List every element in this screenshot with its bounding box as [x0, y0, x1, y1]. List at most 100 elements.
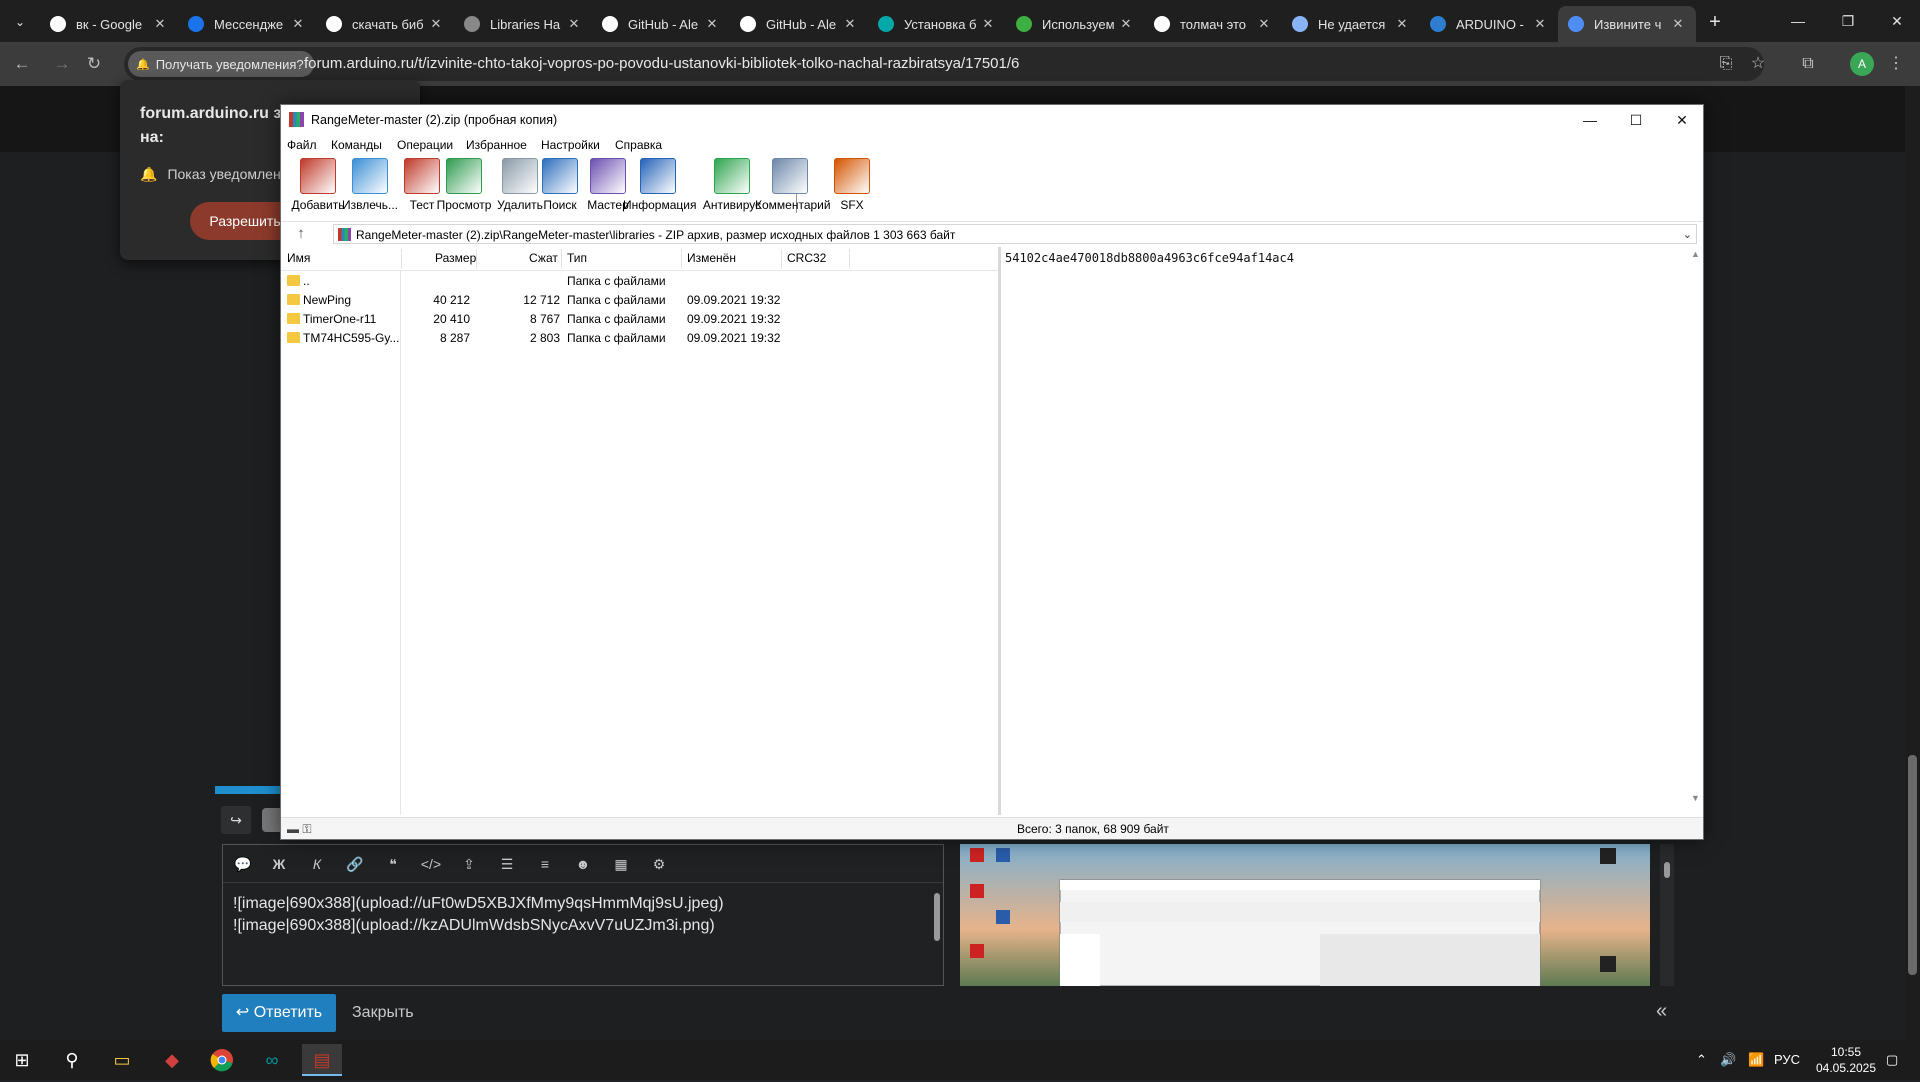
- gear-icon[interactable]: ⚙: [647, 854, 671, 874]
- reply-button[interactable]: ↩ Ответить: [222, 994, 336, 1032]
- upload-icon[interactable]: ⇪: [457, 854, 481, 874]
- language-indicator[interactable]: РУС: [1774, 1052, 1800, 1067]
- browser-tab[interactable]: вк - Google ✕: [40, 6, 178, 42]
- tab-close-icon[interactable]: ✕: [1670, 16, 1686, 32]
- calendar-icon[interactable]: ▦: [609, 854, 633, 874]
- clock[interactable]: 10:55 04.05.2025: [1806, 1044, 1886, 1076]
- column-crc32[interactable]: CRC32: [787, 251, 826, 265]
- close-composer-link[interactable]: Закрыть: [352, 994, 414, 1032]
- preview-scrollbar[interactable]: [1660, 844, 1674, 986]
- chevron-down-icon[interactable]: ⌄: [1683, 225, 1692, 245]
- numbered-list-icon[interactable]: ≡: [533, 854, 557, 874]
- column-type[interactable]: Тип: [567, 251, 587, 265]
- tab-search-chevron-icon[interactable]: ⌄: [8, 10, 32, 34]
- forward-icon[interactable]: →: [48, 50, 76, 78]
- column-size[interactable]: Размер: [435, 251, 476, 265]
- browser-tab[interactable]: ARDUINO - ✕: [1420, 6, 1558, 42]
- chrome-icon[interactable]: [202, 1044, 242, 1076]
- winrar-titlebar[interactable]: RangeMeter-master (2).zip (пробная копия…: [281, 105, 1703, 135]
- tab-close-icon[interactable]: ✕: [1532, 16, 1548, 32]
- column-modified[interactable]: Изменён: [687, 251, 736, 265]
- winrar-taskbar-icon[interactable]: ▤: [302, 1044, 342, 1076]
- tab-close-icon[interactable]: ✕: [1394, 16, 1410, 32]
- volume-icon[interactable]: 🔊: [1720, 1052, 1736, 1068]
- tab-close-icon[interactable]: ✕: [1118, 16, 1134, 32]
- page-scrollbar-thumb[interactable]: [1908, 755, 1917, 975]
- link-icon[interactable]: 🔗: [343, 854, 367, 874]
- emoji-icon[interactable]: ☻: [571, 854, 595, 874]
- menu-help[interactable]: Справка: [615, 138, 662, 152]
- browser-tab[interactable]: GitHub - Ale ✕: [592, 6, 730, 42]
- comment-scrollbar[interactable]: ▲ ▼: [1688, 247, 1703, 805]
- tab-close-icon[interactable]: ✕: [704, 16, 720, 32]
- code-icon[interactable]: </>: [419, 854, 443, 874]
- toolbar-button[interactable]: Информация: [623, 157, 696, 217]
- toolbar-button[interactable]: Комментарий: [755, 157, 831, 217]
- bullet-list-icon[interactable]: ☰: [495, 854, 519, 874]
- url-text[interactable]: forum.arduino.ru/t/izvinite-chto-takoj-v…: [304, 47, 1019, 81]
- browser-tab[interactable]: Установка б ✕: [868, 6, 1006, 42]
- column-name[interactable]: Имя: [287, 251, 310, 265]
- tray-chevron-icon[interactable]: ⌃: [1696, 1052, 1707, 1068]
- menu-operations[interactable]: Операции: [397, 138, 453, 152]
- reload-icon[interactable]: ↻: [80, 50, 108, 78]
- address-bar[interactable]: 🔔 Получать уведомления? forum.arduino.ru…: [124, 47, 1764, 81]
- extensions-icon[interactable]: ⧉: [1794, 50, 1822, 78]
- browser-tab[interactable]: скачать биб ✕: [316, 6, 454, 42]
- editor-textarea[interactable]: ![image|690x388](upload://uFt0wD5XBJXfMm…: [233, 893, 913, 937]
- path-combobox[interactable]: RangeMeter-master (2).zip\RangeMeter-mas…: [333, 224, 1697, 244]
- file-row[interactable]: TimerOne-r11 20 410 8 767 Папка с файлами 09…: [281, 309, 998, 328]
- close-icon[interactable]: ✕: [1874, 6, 1920, 36]
- menu-file[interactable]: Файл: [287, 138, 317, 152]
- tab-close-icon[interactable]: ✕: [428, 16, 444, 32]
- minimize-icon[interactable]: —: [1775, 6, 1821, 36]
- minimize-icon[interactable]: —: [1567, 105, 1613, 135]
- notification-center-icon[interactable]: ▢: [1886, 1052, 1898, 1068]
- editor-scrollbar[interactable]: [931, 883, 943, 987]
- italic-icon[interactable]: К: [305, 854, 329, 874]
- browser-tab[interactable]: Мессендже ✕: [178, 6, 316, 42]
- bookmark-star-icon[interactable]: ☆: [1744, 50, 1772, 78]
- column-packed[interactable]: Сжат: [529, 251, 558, 265]
- tab-close-icon[interactable]: ✕: [1256, 16, 1272, 32]
- tab-close-icon[interactable]: ✕: [566, 16, 582, 32]
- toolbar-button[interactable]: SFX: [817, 157, 887, 217]
- maximize-icon[interactable]: ☐: [1613, 105, 1659, 135]
- back-icon[interactable]: ←: [8, 50, 36, 78]
- windows-start-icon[interactable]: ⊞: [2, 1044, 42, 1076]
- blockquote-icon[interactable]: ❝: [381, 854, 405, 874]
- quote-bubble-icon[interactable]: 💬: [231, 854, 255, 874]
- tab-close-icon[interactable]: ✕: [980, 16, 996, 32]
- network-icon[interactable]: 📶: [1748, 1052, 1764, 1068]
- browser-tab[interactable]: толмач это ✕: [1144, 6, 1282, 42]
- file-row[interactable]: TM74HC595-Gy... 8 287 2 803 Папка с файлами…: [281, 328, 998, 347]
- tab-close-icon[interactable]: ✕: [290, 16, 306, 32]
- share-icon[interactable]: ↪: [221, 806, 251, 834]
- notification-permission-chip[interactable]: 🔔 Получать уведомления?: [128, 51, 314, 77]
- file-row[interactable]: NewPing 40 212 12 712 Папка с файлами 09.09.…: [281, 290, 998, 309]
- install-app-icon[interactable]: ⎘: [1712, 50, 1740, 78]
- pinned-app-icon[interactable]: ◆: [152, 1044, 192, 1076]
- browser-tab[interactable]: Извините ч ✕: [1558, 6, 1696, 42]
- menu-settings[interactable]: Настройки: [541, 138, 600, 152]
- new-tab-button[interactable]: +: [1702, 9, 1728, 35]
- bold-icon[interactable]: Ж: [267, 854, 291, 874]
- browser-tab[interactable]: Не удается ✕: [1282, 6, 1420, 42]
- menu-favorites[interactable]: Избранное: [466, 138, 527, 152]
- file-explorer-icon[interactable]: ▭: [102, 1044, 142, 1076]
- browser-tab[interactable]: Используем ✕: [1006, 6, 1144, 42]
- search-icon[interactable]: ⚲: [52, 1044, 92, 1076]
- restore-icon[interactable]: ❐: [1825, 6, 1871, 36]
- tab-close-icon[interactable]: ✕: [152, 16, 168, 32]
- browser-tab[interactable]: GitHub - Ale ✕: [730, 6, 868, 42]
- menu-commands[interactable]: Команды: [331, 138, 382, 152]
- file-row[interactable]: .. Папка с файлами: [281, 271, 998, 290]
- reply-editor[interactable]: 💬 Ж К 🔗 ❝ </> ⇪ ☰ ≡ ☻ ▦ ⚙ ![image|690x38…: [222, 844, 944, 986]
- close-icon[interactable]: ✕: [1659, 105, 1705, 135]
- profile-avatar[interactable]: A: [1850, 52, 1874, 76]
- arduino-ide-icon[interactable]: ∞: [252, 1044, 292, 1076]
- menu-kebab-icon[interactable]: ⋮: [1882, 50, 1910, 78]
- tab-close-icon[interactable]: ✕: [842, 16, 858, 32]
- browser-tab[interactable]: Libraries Ha ✕: [454, 6, 592, 42]
- collapse-preview-icon[interactable]: «: [1656, 1000, 1667, 1023]
